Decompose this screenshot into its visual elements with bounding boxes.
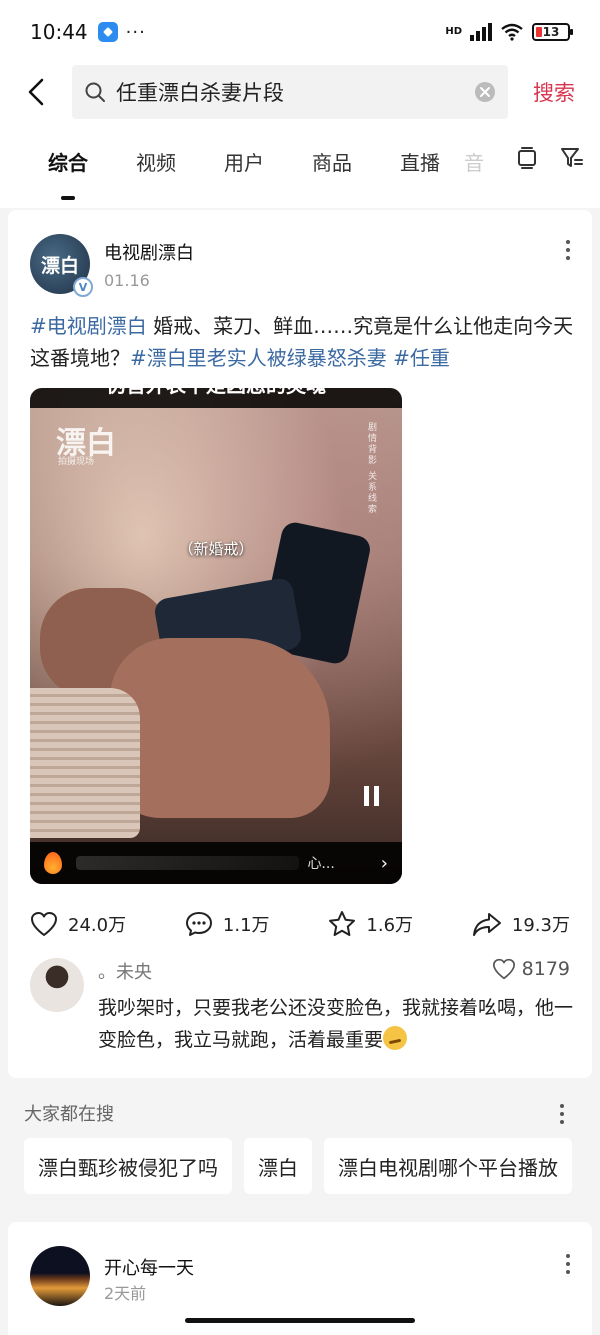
heart-icon <box>492 958 515 980</box>
more-notifications: ··· <box>125 21 146 43</box>
hot-search-chip[interactable]: 漂白电视剧哪个平台播放 <box>324 1138 572 1194</box>
video-info-text: 心... <box>307 856 335 872</box>
home-indicator[interactable] <box>185 1318 415 1323</box>
post-card[interactable]: 漂白 V 电视剧漂白 01.16 #电视剧漂白 婚戒、菜刀、鲜血……究竟是什么让… <box>8 210 592 1078</box>
commenter-avatar[interactable] <box>30 958 84 1012</box>
post-actions: 24.0万 1.1万 1.6万 19.3万 <box>30 906 570 942</box>
video-top-caption-text: 伪善外表下是凶恶的灵魂 <box>30 388 402 400</box>
thinking-emoji-icon <box>383 1026 408 1050</box>
search-submit-button[interactable]: 搜索 <box>508 77 600 107</box>
comment-count: 1.1万 <box>222 915 270 936</box>
hashtag-link[interactable]: #任重 <box>393 346 450 370</box>
back-button[interactable] <box>0 64 72 120</box>
video-top-caption: 伪善外表下是凶恶的灵魂 <box>30 388 402 408</box>
comment-body: 我吵架时，只要我老公还没变脸色，我就接着吆喝，他一变脸色，我立马就跑，活着最重要 <box>98 997 574 1051</box>
tab-live[interactable]: 直播 <box>376 147 464 182</box>
like-button[interactable]: 24.0万 <box>30 911 126 937</box>
author-meta: 电视剧漂白 01.16 <box>104 239 194 290</box>
post-more-icon[interactable] <box>566 240 570 260</box>
comment-button[interactable]: 1.1万 <box>185 911 270 937</box>
next-post-date: 2天前 <box>104 1284 147 1303</box>
pause-icon[interactable] <box>364 786 379 806</box>
back-arrow-icon <box>28 78 44 106</box>
author-name[interactable]: 电视剧漂白 <box>104 239 194 265</box>
search-input[interactable]: 任重漂白杀妻片段 <box>72 65 508 119</box>
tab-music[interactable]: 音 <box>464 147 504 182</box>
next-author-name[interactable]: 开心每一天 <box>104 1254 194 1280</box>
hot-search-more-icon[interactable] <box>560 1104 564 1124</box>
tab-tools <box>504 146 584 170</box>
video-frame-sleeve <box>30 688 140 838</box>
hashtag-link[interactable]: #漂白里老实人被绿暴怒杀妻 <box>130 346 387 370</box>
video-side-text: 剧情背影 关系线索 <box>366 422 376 515</box>
hot-search-chip[interactable]: 漂白 <box>244 1138 312 1194</box>
share-button[interactable]: 19.3万 <box>472 911 570 937</box>
tab-video[interactable]: 视频 <box>112 147 200 182</box>
clear-icon[interactable] <box>474 81 496 103</box>
video-watermark-sub: 拍摄现场 <box>58 457 95 467</box>
tab-users[interactable]: 用户 <box>200 147 288 182</box>
result-tabs: 综合 视频 用户 商品 直播 音 <box>0 120 600 208</box>
search-header: 任重漂白杀妻片段 搜索 <box>0 64 600 120</box>
search-icon <box>85 82 105 102</box>
post-date: 01.16 <box>104 270 150 290</box>
share-arrow-icon <box>472 913 501 936</box>
video-frame-hand <box>110 638 330 818</box>
video-info-text-blurred <box>76 856 300 870</box>
like-count: 24.0万 <box>68 915 127 936</box>
status-time: 10:44 <box>30 20 88 44</box>
tab-all[interactable]: 综合 <box>24 147 112 200</box>
post-text[interactable]: #电视剧漂白 婚戒、菜刀、鲜血……究竟是什么让他走向今天这番境地？#漂白里老实人… <box>30 310 578 374</box>
author-avatar[interactable]: 漂白 V <box>30 234 93 297</box>
status-bar: 10:44 ··· HD 13 <box>0 0 600 64</box>
comment-text: 我吵架时，只要我老公还没变脸色，我就接着吆喝，他一变脸色，我立马就跑，活着最重要 <box>98 992 578 1056</box>
hot-search-chips: 漂白甄珍被侵犯了吗 漂白 漂白电视剧哪个平台播放 <box>24 1138 572 1194</box>
app-notification-icon <box>97 22 118 42</box>
avatar-logo-text: 漂白 <box>40 254 79 277</box>
star-icon <box>329 911 356 936</box>
post-author[interactable]: 漂白 V 电视剧漂白 01.16 <box>30 234 194 297</box>
fire-icon <box>44 852 62 874</box>
filter-icon[interactable] <box>560 146 584 170</box>
status-indicators: HD 13 <box>445 23 573 41</box>
heart-icon <box>31 912 57 936</box>
search-query: 任重漂白杀妻片段 <box>116 81 284 105</box>
chevron-right-icon: › <box>380 852 388 874</box>
favorite-button[interactable]: 1.6万 <box>328 910 413 938</box>
battery-level: 13 <box>542 25 560 39</box>
favorite-count: 1.6万 <box>366 915 414 936</box>
video-info-bar[interactable]: 心... › <box>30 842 402 884</box>
commenter-name[interactable]: 。未央 <box>98 958 152 984</box>
comment-icon <box>185 912 212 936</box>
video-subtitle: （新婚戒） <box>178 540 254 558</box>
layout-toggle-icon[interactable] <box>516 146 538 170</box>
signal-icon <box>470 23 492 41</box>
wifi-icon <box>501 23 523 41</box>
hot-search-chip[interactable]: 漂白甄珍被侵犯了吗 <box>24 1138 232 1194</box>
video-player[interactable]: 伪善外表下是凶恶的灵魂 漂白 拍摄现场 剧情背影 关系线索 （新婚戒） 心...… <box>30 388 402 884</box>
next-author-avatar[interactable] <box>30 1246 90 1306</box>
comment-like-count: 8179 <box>521 958 570 980</box>
battery-icon: 13 <box>532 23 573 41</box>
share-count: 19.3万 <box>511 915 570 936</box>
comment-like-button[interactable]: 8179 <box>492 958 570 980</box>
network-hd-label: HD <box>445 26 462 37</box>
hashtag-link[interactable]: #电视剧漂白 <box>30 314 147 338</box>
hot-search-title: 大家都在搜 <box>24 1104 114 1125</box>
verified-badge-icon: V <box>73 277 93 297</box>
tab-products[interactable]: 商品 <box>288 147 376 182</box>
next-post-more-icon[interactable] <box>566 1254 570 1274</box>
